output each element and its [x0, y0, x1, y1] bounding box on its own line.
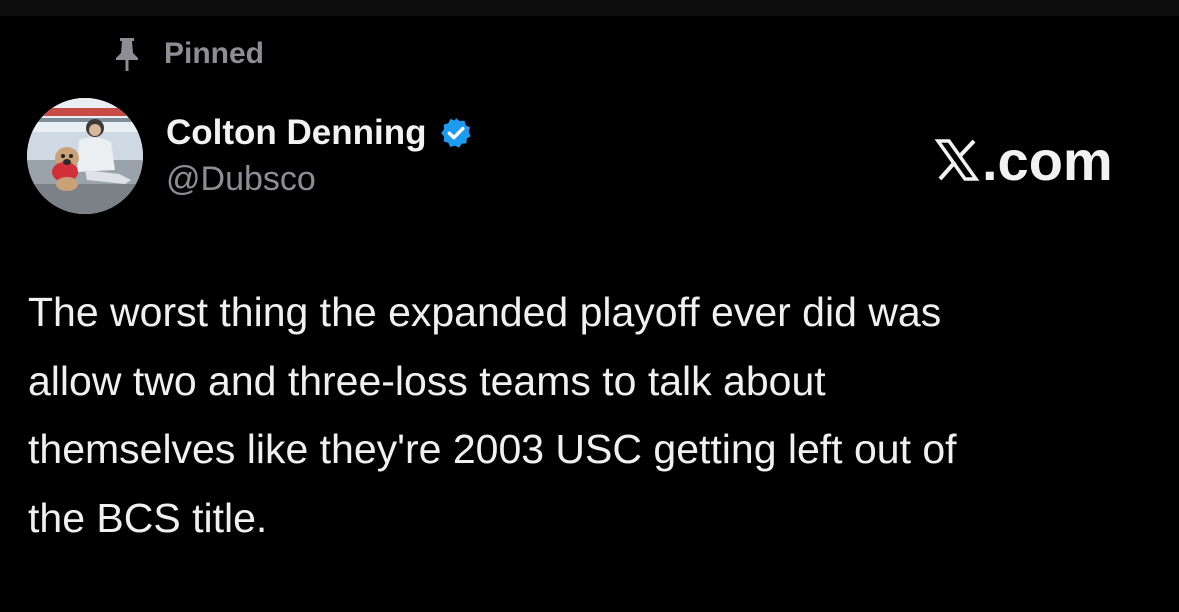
verified-badge-icon [440, 118, 471, 148]
tweet-line: themselves like they're 2003 USC getting… [28, 426, 957, 472]
site-domain-suffix: .com [982, 128, 1113, 192]
top-strip [0, 0, 1179, 16]
avatar[interactable] [27, 98, 143, 214]
x-logo-icon [934, 139, 980, 181]
author-name-row: Colton Denning [166, 110, 473, 156]
tweet-line: The worst thing the expanded playoff eve… [28, 289, 942, 335]
author-display-name[interactable]: Colton Denning [166, 113, 427, 153]
tweet-line: the BCS title. [28, 494, 268, 541]
tweet-text: The worst thing the expanded playoff eve… [28, 278, 1148, 552]
pinned-label: Pinned [164, 37, 265, 70]
pinned-indicator: Pinned [112, 34, 264, 74]
site-watermark: .com [934, 128, 1113, 192]
tweet-line: allow two and three-loss teams to talk a… [28, 357, 826, 404]
author-handle[interactable]: @Dubsco [166, 160, 316, 199]
avatar-photo [27, 98, 143, 214]
pin-icon [116, 38, 138, 71]
